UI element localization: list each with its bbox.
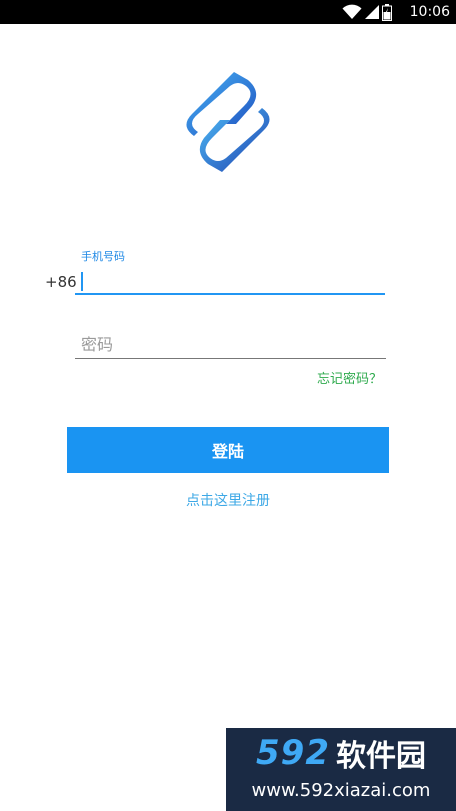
- app-logo-icon: [174, 68, 282, 176]
- phone-input[interactable]: [75, 268, 385, 295]
- phone-label: 手机号码: [81, 250, 125, 263]
- password-input[interactable]: [75, 331, 386, 359]
- text-cursor: [81, 272, 83, 291]
- watermark-text: 软件园: [335, 739, 426, 774]
- wifi-icon: [342, 4, 362, 20]
- status-bar: 10:06: [0, 0, 456, 24]
- watermark-logo: 592 软件园: [226, 728, 456, 778]
- signal-icon: [365, 4, 379, 20]
- register-link[interactable]: 点击这里注册: [0, 492, 456, 510]
- status-time: 10:06: [409, 4, 450, 20]
- country-code: +86: [45, 273, 77, 291]
- watermark: 592 软件园 www.592xiazai.com: [226, 728, 456, 811]
- watermark-digits: 592: [256, 733, 330, 773]
- battery-icon: [382, 3, 392, 21]
- watermark-url: www.592xiazai.com: [251, 780, 431, 801]
- login-button[interactable]: 登陆: [67, 427, 389, 473]
- forgot-password-link[interactable]: 忘记密码？: [317, 372, 382, 388]
- status-icons: [342, 3, 392, 21]
